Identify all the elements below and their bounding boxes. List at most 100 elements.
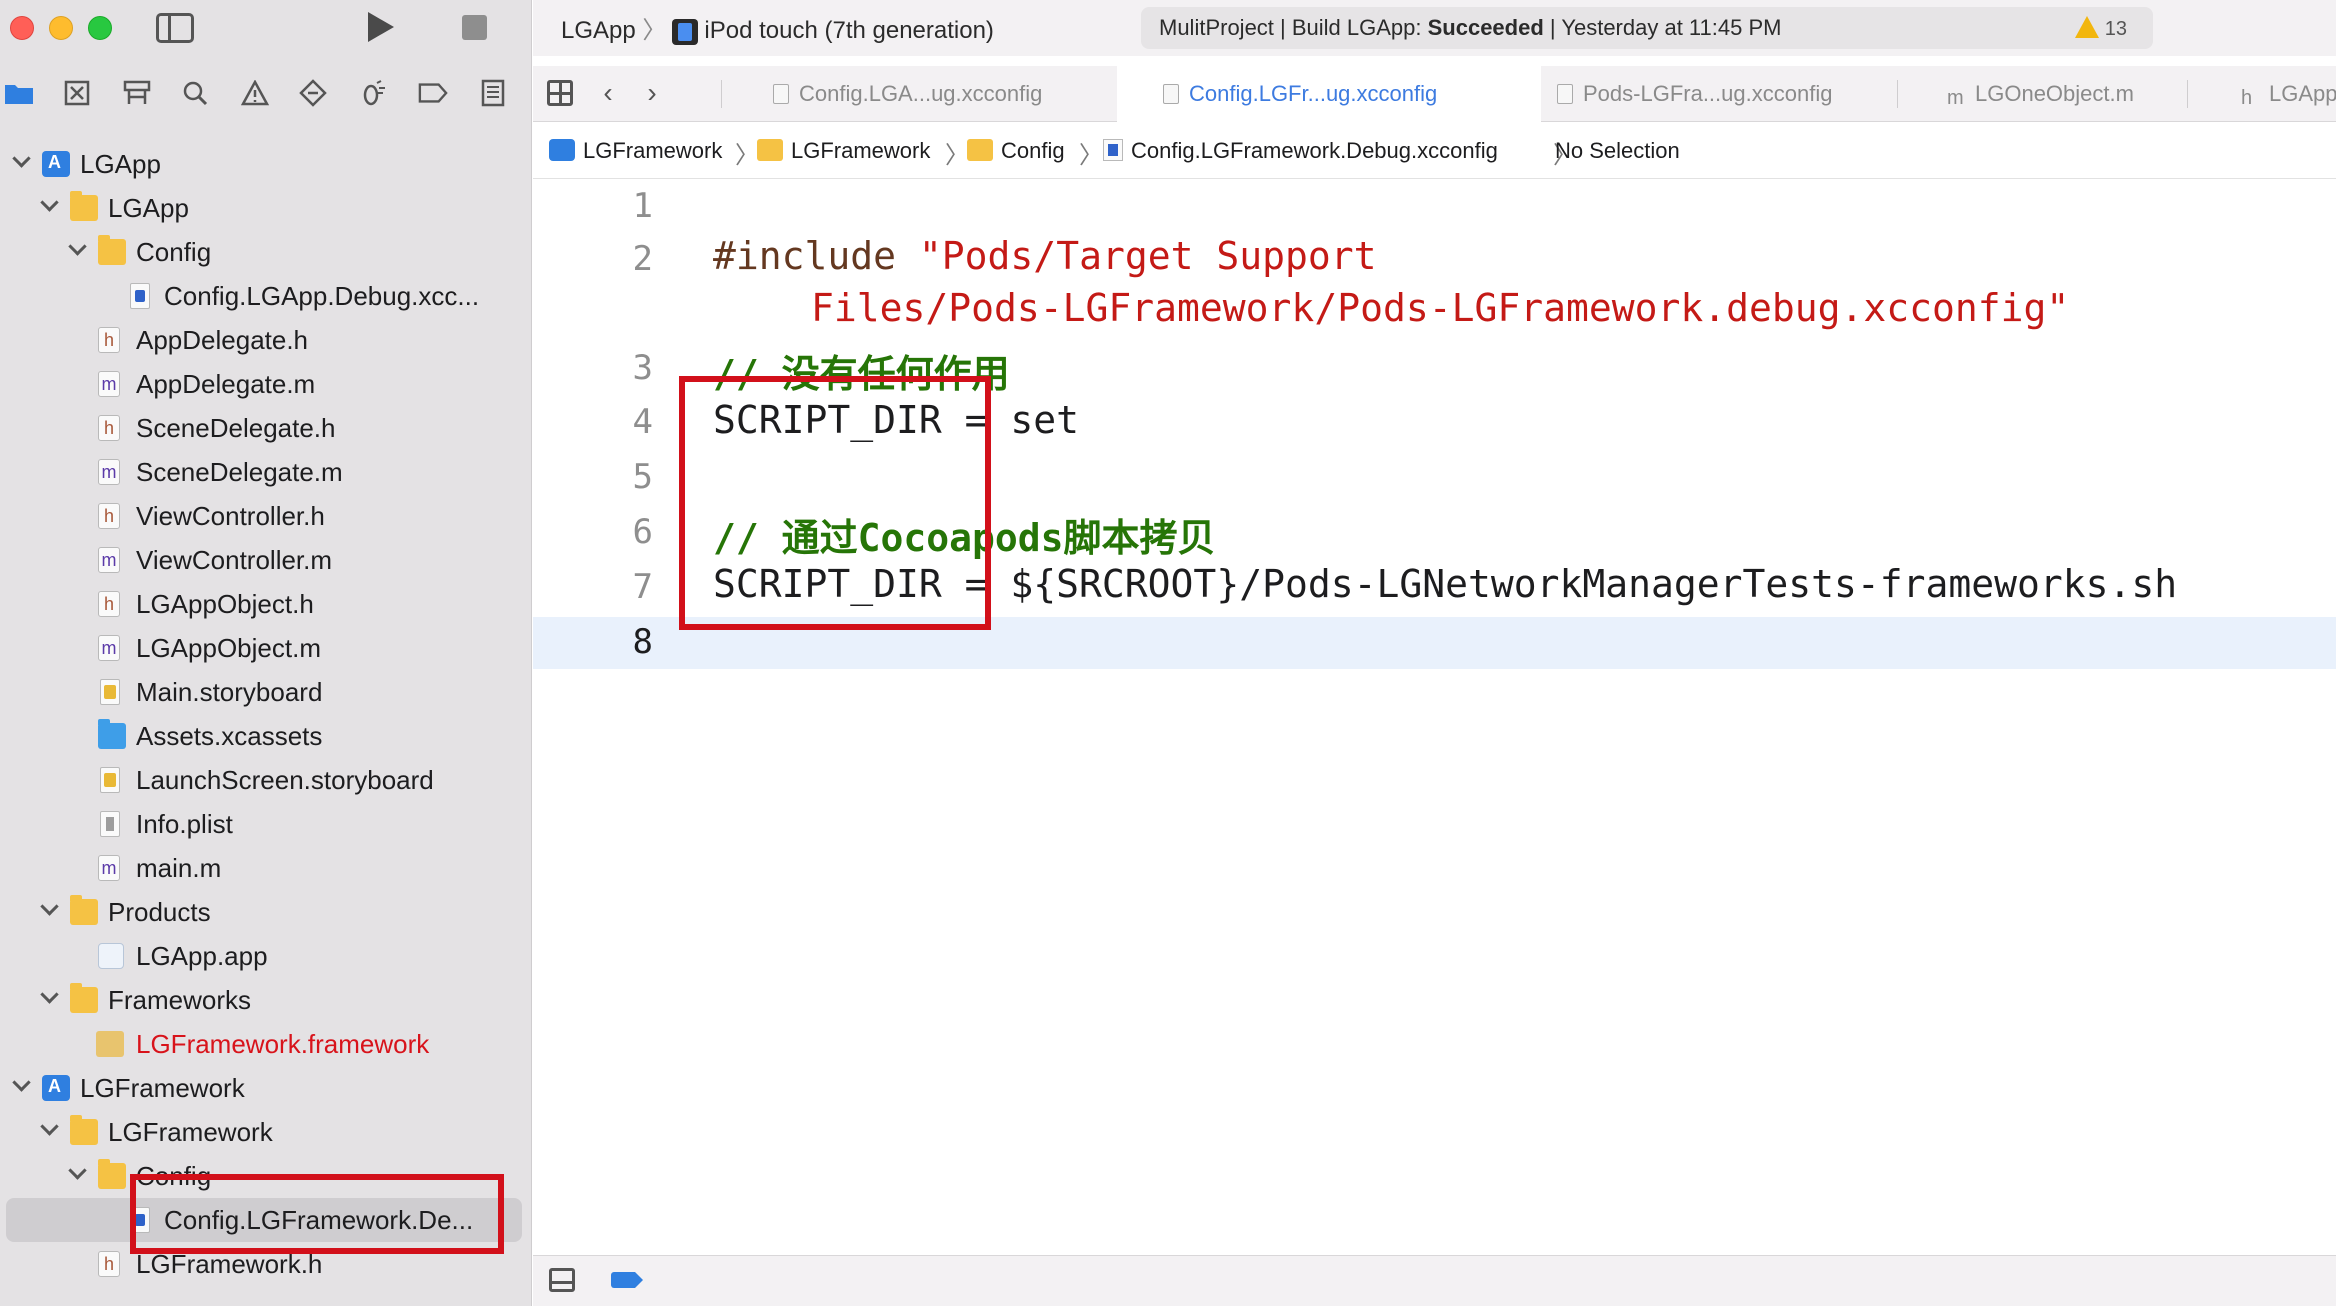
- back-icon[interactable]: ‹: [593, 78, 623, 108]
- tree-row-file[interactable]: Info.plist: [0, 802, 532, 846]
- warning-icon: [2074, 16, 2099, 38]
- xcode-window: LGApp LGApp Config Config.LGApp.Debug.xc…: [0, 0, 2336, 1306]
- search-icon[interactable]: [180, 78, 210, 108]
- chevron-down-icon[interactable]: [68, 240, 86, 258]
- objc-file-icon: m: [98, 635, 120, 661]
- navigator-sidebar: LGApp LGApp Config Config.LGApp.Debug.xc…: [0, 0, 532, 1306]
- tree-item-label: Frameworks: [108, 985, 252, 1015]
- tab-label: Config.LGA...ug.xcconfig: [799, 81, 1043, 106]
- symbol-navigator-icon[interactable]: [122, 78, 152, 108]
- tab-config-lgframework[interactable]: Config.LGFr...ug.xcconfig: [1117, 66, 1541, 122]
- tree-row-file[interactable]: m LGAppObject.m: [0, 626, 532, 670]
- tree-row-frameworks-group[interactable]: Frameworks: [0, 978, 532, 1022]
- activity-status[interactable]: MulitProject | Build LGApp: Succeeded | …: [1141, 7, 2153, 49]
- activity-toolbar: LGApp 〉 iPod touch (7th generation) Mulit…: [533, 0, 2336, 56]
- tree-row-file[interactable]: h LGAppObject.h: [0, 582, 532, 626]
- close-window-button[interactable]: [10, 16, 34, 40]
- jump-bar-file[interactable]: Config.LGFramework.Debug.xcconfig: [1103, 138, 1498, 164]
- tree-row-file[interactable]: Main.storyboard: [0, 670, 532, 714]
- tab-lgoneobject[interactable]: m LGOneObject.m: [1947, 66, 2157, 122]
- tab-separator: [2187, 80, 2188, 108]
- tree-item-label: AppDelegate.h: [136, 325, 309, 355]
- jump-bar-project[interactable]: LGFramework: [549, 138, 722, 164]
- run-icon[interactable]: [368, 12, 394, 42]
- sidebar-toggle-icon[interactable]: [156, 13, 194, 43]
- related-items-icon[interactable]: [547, 80, 573, 106]
- tree-row-file[interactable]: m AppDelegate.m: [0, 362, 532, 406]
- tree-row-file[interactable]: h AppDelegate.h: [0, 318, 532, 362]
- tree-row-file[interactable]: m main.m: [0, 846, 532, 890]
- test-navigator-icon[interactable]: [298, 78, 328, 108]
- jump-bar-label: Config: [1001, 138, 1065, 163]
- chevron-down-icon[interactable]: [68, 1164, 86, 1182]
- tree-row-lgapp-group[interactable]: LGApp: [0, 186, 532, 230]
- line-number-current: 8: [632, 622, 653, 662]
- chevron-down-icon[interactable]: [40, 196, 58, 214]
- report-navigator-icon[interactable]: [478, 78, 508, 108]
- chevron-down-icon[interactable]: [12, 1076, 30, 1094]
- minimize-window-button[interactable]: [49, 16, 73, 40]
- tree-item-label: LGAppObject.m: [136, 633, 321, 663]
- tree-row-file[interactable]: LaunchScreen.storyboard: [0, 758, 532, 802]
- chevron-down-icon[interactable]: [40, 1120, 58, 1138]
- stop-icon[interactable]: [462, 15, 487, 40]
- tree-row-lgapp-project[interactable]: LGApp: [0, 142, 532, 186]
- jump-bar-group[interactable]: LGFramework: [757, 138, 930, 164]
- tree-row-file[interactable]: Assets.xcassets: [0, 714, 532, 758]
- tree-row-file[interactable]: m SceneDelegate.m: [0, 450, 532, 494]
- zoom-window-button[interactable]: [88, 16, 112, 40]
- device-icon: [672, 18, 699, 45]
- breakpoint-navigator-icon[interactable]: [418, 78, 448, 108]
- tree-row-lgframework-group[interactable]: LGFramework: [0, 1110, 532, 1154]
- scheme-project-label: LGApp: [561, 17, 636, 44]
- tree-row-file[interactable]: h SceneDelegate.h: [0, 406, 532, 450]
- annotation-box-script-dir: [679, 376, 991, 630]
- jump-bar-label: No Selection: [1555, 138, 1680, 163]
- breakpoints-toggle-icon[interactable]: [611, 1272, 643, 1288]
- jump-bar: LGFramework 〉 LGFramework 〉 Config 〉 Con…: [533, 123, 2336, 179]
- source-editor[interactable]: 1 2 3 4 5 6 7 8 #include "Pods/Target Su…: [533, 180, 2336, 1254]
- storyboard-file-icon: [100, 679, 120, 705]
- tree-row-lgframework-project[interactable]: LGFramework: [0, 1066, 532, 1110]
- tab-pods-lgframework[interactable]: Pods-LGFra...ug.xcconfig: [1557, 66, 1832, 122]
- forward-icon[interactable]: ›: [637, 78, 667, 108]
- project-icon: [549, 139, 575, 161]
- debug-area-toggle-icon[interactable]: [549, 1268, 575, 1292]
- chevron-down-icon[interactable]: [40, 900, 58, 918]
- tab-lgapp[interactable]: h LGApp: [2241, 66, 2336, 122]
- xcconfig-file-icon: [1163, 84, 1179, 104]
- tree-row-file[interactable]: h ViewController.h: [0, 494, 532, 538]
- jump-bar-selection[interactable]: No Selection: [1555, 138, 1680, 164]
- chevron-down-icon[interactable]: [12, 152, 30, 170]
- tree-item-label: Info.plist: [136, 809, 233, 839]
- jump-bar-config-group[interactable]: Config: [967, 138, 1065, 164]
- source-control-navigator-icon[interactable]: [62, 78, 92, 108]
- line-number: 2: [632, 239, 653, 279]
- project-navigator-icon[interactable]: [4, 78, 34, 108]
- folder-icon: [757, 139, 783, 161]
- issue-navigator-icon[interactable]: [240, 78, 270, 108]
- chevron-down-icon[interactable]: [40, 988, 58, 1006]
- tab-config-lgapp[interactable]: Config.LGA...ug.xcconfig: [773, 66, 1042, 122]
- folder-icon: [70, 1115, 98, 1145]
- jump-bar-label: LGFramework: [583, 138, 723, 163]
- warning-count: 13: [2104, 18, 2127, 40]
- tree-row-config-group[interactable]: Config: [0, 230, 532, 274]
- header-file-icon: h: [98, 415, 120, 441]
- xcconfig-file-icon: [130, 283, 150, 309]
- warning-indicator[interactable]: 13: [2074, 16, 2127, 41]
- tree-row-products-group[interactable]: Products: [0, 890, 532, 934]
- scheme-selector[interactable]: LGApp 〉 iPod touch (7th generation): [561, 10, 994, 45]
- debug-navigator-icon[interactable]: [358, 78, 388, 108]
- tree-row-file[interactable]: Config.LGApp.Debug.xcc...: [0, 274, 532, 318]
- tree-item-label: ViewController.m: [136, 545, 333, 575]
- header-file-icon: h: [98, 591, 120, 617]
- tree-row-file[interactable]: m ViewController.m: [0, 538, 532, 582]
- folder-icon: [98, 235, 126, 265]
- editor-area: LGApp 〉 iPod touch (7th generation) Mulit…: [533, 0, 2336, 1306]
- tab-bar: ‹ › Config.LGA...ug.xcconfig Config.LGFr…: [533, 66, 2336, 122]
- tree-row-file[interactable]: LGApp.app: [0, 934, 532, 978]
- tree-row-file[interactable]: LGFramework.framework: [0, 1022, 532, 1066]
- tree-item-label: ViewController.h: [136, 501, 325, 531]
- code-line-2-wrap: Files/Pods-LGFramework/Pods-LGFramework.…: [811, 286, 2070, 330]
